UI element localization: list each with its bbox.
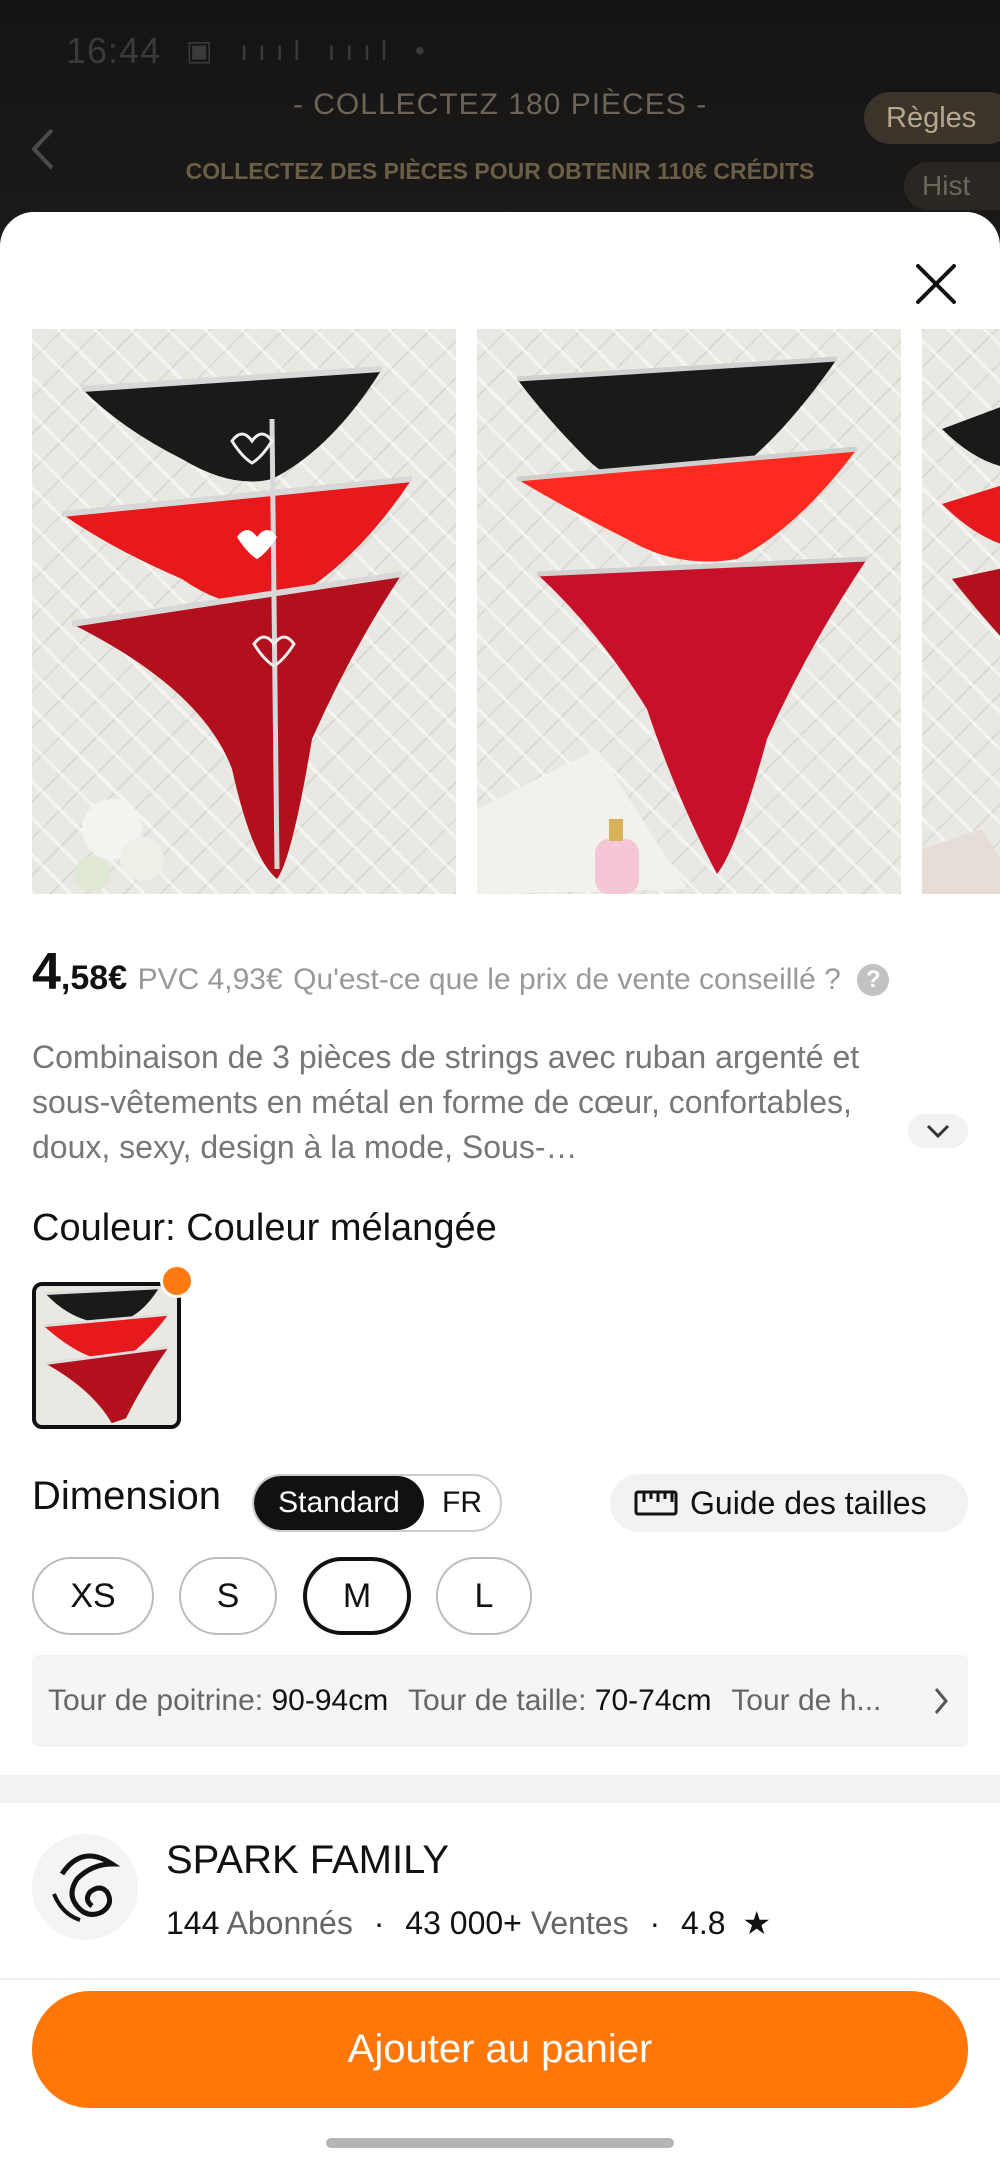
followers-label: Abonnés [226,1905,353,1941]
size-guide-label: Guide des tailles [690,1485,927,1521]
color-swatch-selected[interactable] [32,1282,181,1429]
waist-label: Tour de taille: [408,1684,587,1717]
hip-label: Tour de h... [731,1684,882,1717]
store-logo-mark [52,1853,121,1922]
image-gallery[interactable] [0,329,1000,894]
followers-count: 144 [166,1905,220,1941]
rules-button: Règles [864,92,1000,144]
bust-label: Tour de poitrine: [48,1684,264,1717]
size-measurements[interactable]: Tour de poitrine: 90-94cm Tour de taille… [32,1655,968,1747]
section-divider [0,1775,1000,1803]
close-icon[interactable] [906,254,966,314]
product-photo-3 [922,407,1000,894]
size-option-m[interactable]: M [303,1557,411,1635]
ruler-icon [634,1490,678,1516]
sales-count: 43 000+ [405,1905,522,1941]
price-row: 4,58€ PVC 4,93€ Qu'est-ce que le prix de… [32,942,982,1002]
product-description: Combinaison de 3 pièces de strings avec … [32,1039,860,1165]
unit-fr-option[interactable]: FR [424,1476,500,1530]
product-photo-2 [477,356,868,894]
product-sheet: 4,58€ PVC 4,93€ Qu'est-ce que le prix de… [0,212,1000,2167]
size-guide-button[interactable]: Guide des tailles [610,1474,968,1532]
home-indicator [326,2138,674,2148]
store-name[interactable]: SPARK FAMILY [166,1838,449,1883]
color-swatch-photo [43,1286,169,1424]
footer-divider [0,1978,1000,1980]
size-option-l[interactable]: L [436,1557,532,1635]
size-option-s[interactable]: S [179,1557,277,1635]
price-currency: € [108,959,128,997]
price-decimal: ,58 [60,959,109,997]
size-unit-toggle: Standard FR [252,1474,502,1532]
history-button: Hist [904,162,1000,210]
hot-flame-icon [160,1264,194,1298]
store-logo[interactable] [32,1834,138,1940]
sales-label: Ventes [530,1905,629,1941]
bust-value: 90-94cm [271,1684,389,1717]
add-to-cart-button[interactable]: Ajouter au panier [32,1991,968,2108]
star-icon: ★ [742,1905,772,1941]
store-stats: 144 Abonnés · 43 000+ Ventes · 4.8 ★ [166,1905,772,1941]
collect-subtitle: COLLECTEZ DES PIÈCES POUR OBTENIR 110€ C… [185,158,815,184]
chevron-down-icon[interactable] [908,1114,968,1148]
product-photo-1 [61,366,413,892]
status-time: 16:44 [66,30,162,71]
product-image-1[interactable] [32,329,456,894]
waist-value: 70-74cm [594,1684,712,1717]
price-integer: 4 [32,943,61,1001]
background-header: 16:44 ▣ ıııl ıııl • - COLLECTEZ 180 PIÈC… [0,0,1000,240]
status-icons: ▣ ıııl ıııl • [186,35,435,66]
product-image-3[interactable] [922,329,1000,894]
color-label: Couleur: Couleur mélangée [32,1207,497,1249]
chevron-right-icon [918,1655,968,1747]
unit-standard-option[interactable]: Standard [254,1476,424,1530]
dimension-label: Dimension [32,1474,221,1518]
collect-title: - COLLECTEZ 180 PIÈCES - [292,88,708,121]
product-image-2[interactable] [477,329,901,894]
recommended-price-info[interactable]: Qu'est-ce que le prix de vente conseillé… [293,963,841,996]
store-rating: 4.8 [681,1905,726,1941]
recommended-price: PVC 4,93€ [137,963,283,996]
question-icon[interactable]: ? [857,964,890,996]
size-option-xs[interactable]: XS [32,1557,154,1635]
